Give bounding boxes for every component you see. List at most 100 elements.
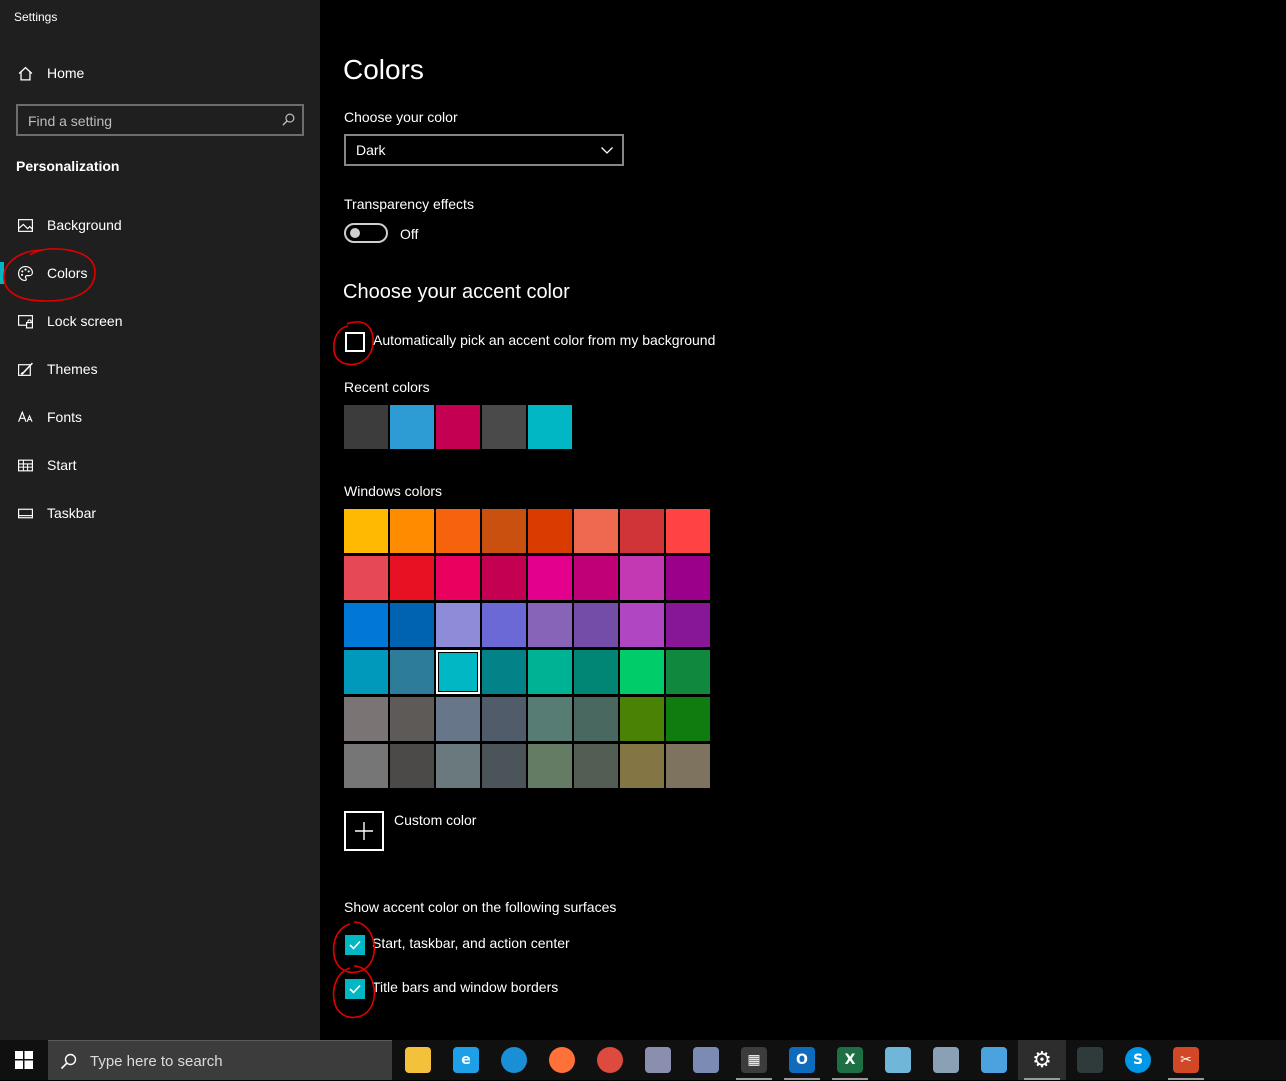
windows-color-swatch[interactable]: [390, 650, 434, 694]
transparency-toggle[interactable]: [344, 223, 388, 243]
windows-color-swatch[interactable]: [574, 744, 618, 788]
taskbar-app-button[interactable]: O: [778, 1040, 826, 1080]
surface-title-checkbox[interactable]: [345, 979, 365, 999]
windows-color-swatch[interactable]: [528, 509, 572, 553]
windows-color-swatch[interactable]: [666, 603, 710, 647]
windows-color-swatch[interactable]: [390, 556, 434, 600]
windows-color-swatch[interactable]: [482, 697, 526, 741]
skype-icon: S: [1125, 1047, 1151, 1073]
windows-color-swatch[interactable]: [482, 509, 526, 553]
windows-color-swatch[interactable]: [528, 556, 572, 600]
windows-color-swatch[interactable]: [344, 697, 388, 741]
colors-page: Colors Choose your color Dark Transparen…: [320, 0, 1286, 1040]
auto-pick-checkbox[interactable]: [345, 332, 365, 352]
custom-color-label[interactable]: Custom color: [394, 812, 476, 828]
windows-color-swatch[interactable]: [574, 697, 618, 741]
windows-color-swatch[interactable]: [482, 556, 526, 600]
windows-color-swatch[interactable]: [666, 509, 710, 553]
windows-color-swatch[interactable]: [620, 650, 664, 694]
taskbar-app-button[interactable]: [538, 1040, 586, 1080]
recent-color-swatch[interactable]: [528, 405, 572, 449]
windows-color-swatch[interactable]: [666, 556, 710, 600]
windows-color-swatch[interactable]: [390, 697, 434, 741]
sidebar-item-themes[interactable]: Themes: [0, 349, 320, 389]
windows-color-swatch[interactable]: [390, 509, 434, 553]
taskbar-search-box[interactable]: [48, 1040, 392, 1081]
taskbar-search-input[interactable]: [88, 1041, 382, 1081]
windows-color-swatch[interactable]: [620, 556, 664, 600]
sidebar-item-label: Start: [47, 457, 77, 473]
windows-color-swatch[interactable]: [574, 603, 618, 647]
windows-color-swatch[interactable]: [436, 697, 480, 741]
taskbar-app-button[interactable]: ▦: [730, 1040, 778, 1080]
taskbar-app-button[interactable]: [1066, 1040, 1114, 1080]
windows-color-swatch[interactable]: [666, 650, 710, 694]
taskbar-app-button[interactable]: S: [1114, 1040, 1162, 1080]
sidebar-item-fonts[interactable]: Fonts: [0, 397, 320, 437]
windows-color-swatch[interactable]: [666, 744, 710, 788]
windows-color-swatch[interactable]: [344, 509, 388, 553]
taskbar-app-button[interactable]: e: [442, 1040, 490, 1080]
surface-start-checkbox[interactable]: [345, 935, 365, 955]
sidebar-item-taskbar[interactable]: Taskbar: [0, 493, 320, 533]
sidebar-item-background[interactable]: Background: [0, 205, 320, 245]
taskbar-app-button[interactable]: ⚙: [1018, 1040, 1066, 1080]
surface-title-label[interactable]: Title bars and window borders: [372, 979, 558, 995]
windows-color-swatch[interactable]: [482, 744, 526, 788]
recent-color-swatch[interactable]: [390, 405, 434, 449]
remote-desktop-icon: [933, 1047, 959, 1073]
windows-color-swatch[interactable]: [574, 650, 618, 694]
windows-color-swatch[interactable]: [528, 744, 572, 788]
windows-color-swatch[interactable]: [436, 650, 480, 694]
windows-color-swatch[interactable]: [620, 603, 664, 647]
sidebar-item-label: Fonts: [47, 409, 83, 425]
windows-color-swatch[interactable]: [436, 744, 480, 788]
windows-color-swatch[interactable]: [620, 744, 664, 788]
taskbar-app-button[interactable]: [922, 1040, 970, 1080]
windows-color-swatch[interactable]: [482, 650, 526, 694]
sidebar-item-lock-screen[interactable]: Lock screen: [0, 301, 320, 341]
windows-color-swatch[interactable]: [620, 697, 664, 741]
taskbar-app-button[interactable]: [586, 1040, 634, 1080]
windows-color-swatch[interactable]: [344, 744, 388, 788]
windows-color-swatch[interactable]: [620, 509, 664, 553]
taskbar-app-button[interactable]: [394, 1040, 442, 1080]
taskbar-app-button[interactable]: [970, 1040, 1018, 1080]
fonts-icon: [16, 408, 34, 426]
recent-color-swatch[interactable]: [436, 405, 480, 449]
windows-color-swatch[interactable]: [436, 509, 480, 553]
nav-home[interactable]: Home: [0, 53, 320, 93]
recent-color-swatch[interactable]: [482, 405, 526, 449]
taskbar-app-button[interactable]: [634, 1040, 682, 1080]
windows-color-swatch[interactable]: [344, 556, 388, 600]
windows-color-swatch[interactable]: [528, 650, 572, 694]
choose-color-dropdown[interactable]: Dark: [344, 134, 624, 166]
taskbar-app-button[interactable]: ✂: [1162, 1040, 1210, 1080]
taskbar-app-button[interactable]: X: [826, 1040, 874, 1080]
custom-color-button[interactable]: [344, 811, 384, 851]
taskbar-app-button[interactable]: [874, 1040, 922, 1080]
windows-color-swatch[interactable]: [344, 603, 388, 647]
windows-color-swatch[interactable]: [390, 744, 434, 788]
find-setting-search[interactable]: [16, 104, 304, 136]
windows-color-swatch[interactable]: [482, 603, 526, 647]
windows-color-swatch[interactable]: [436, 556, 480, 600]
windows-color-swatch[interactable]: [666, 697, 710, 741]
auto-pick-label[interactable]: Automatically pick an accent color from …: [373, 332, 715, 348]
taskbar-app-button[interactable]: [490, 1040, 538, 1080]
windows-color-swatch[interactable]: [574, 509, 618, 553]
windows-color-swatch[interactable]: [436, 603, 480, 647]
sidebar-item-colors[interactable]: Colors: [0, 253, 320, 293]
surface-start-label[interactable]: Start, taskbar, and action center: [372, 935, 570, 951]
taskbar-app-button[interactable]: [682, 1040, 730, 1080]
windows-color-swatch[interactable]: [390, 603, 434, 647]
search-icon[interactable]: [281, 112, 296, 127]
windows-color-swatch[interactable]: [344, 650, 388, 694]
find-setting-input[interactable]: [18, 106, 280, 136]
windows-color-swatch[interactable]: [528, 603, 572, 647]
recent-color-swatch[interactable]: [344, 405, 388, 449]
sidebar-item-start[interactable]: Start: [0, 445, 320, 485]
start-button[interactable]: [0, 1040, 48, 1080]
windows-color-swatch[interactable]: [574, 556, 618, 600]
windows-color-swatch[interactable]: [528, 697, 572, 741]
